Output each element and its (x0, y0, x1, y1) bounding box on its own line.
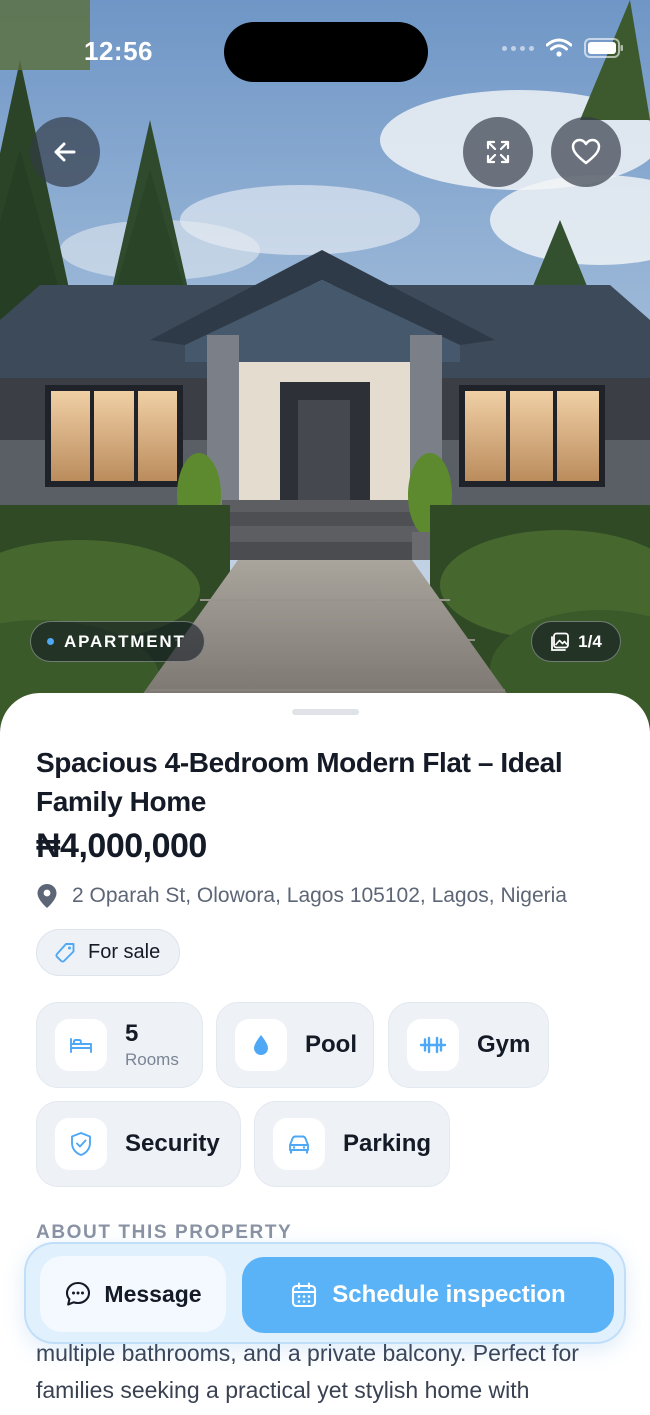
listing-title: Spacious 4-Bedroom Modern Flat – Ideal F… (36, 747, 563, 817)
property-photo[interactable]: 12:56 APARTMENT 1/4 (0, 0, 650, 740)
feature-parking: Parking (254, 1101, 450, 1187)
feature-icon-box (407, 1019, 459, 1071)
address-text: 2 Oparah St, Olowora, Lagos 105102, Lago… (72, 884, 567, 907)
status-bar-time: 12:56 (84, 36, 153, 66)
dumbbell-icon (419, 1036, 447, 1054)
status-bar-indicators (502, 38, 624, 58)
calendar-icon (292, 1282, 317, 1308)
feature-icon-box (55, 1019, 107, 1071)
message-button[interactable]: Message (40, 1256, 226, 1332)
listing-status-label: For sale (88, 941, 161, 963)
fullscreen-button[interactable] (463, 117, 533, 187)
car-icon (289, 1135, 309, 1154)
bottom-action-bar: Message Schedule inspection (24, 1242, 626, 1344)
shield-check-icon (71, 1132, 91, 1156)
listing-price: ₦4,000,000 (36, 827, 207, 865)
battery-icon (584, 38, 623, 58)
rooms-text-group: 5 Rooms (125, 1019, 179, 1070)
photo-counter-text: 1/4 (578, 631, 602, 651)
gallery-icon (551, 632, 570, 651)
feature-security: Security (36, 1101, 241, 1187)
listing-address[interactable]: 2 Oparah St, Olowora, Lagos 105102, Lago… (36, 883, 567, 909)
tag-icon (55, 942, 75, 963)
back-button[interactable] (30, 117, 100, 187)
feature-rooms: 5 Rooms (36, 1002, 203, 1088)
dynamic-island (224, 22, 428, 82)
feature-gym: Gym (388, 1002, 549, 1088)
water-drop-icon (254, 1035, 268, 1055)
parking-label: Parking (343, 1130, 432, 1157)
favorite-button[interactable] (551, 117, 621, 187)
schedule-inspection-label: Schedule inspection (332, 1281, 566, 1308)
gym-label: Gym (477, 1031, 531, 1058)
feature-icon-box (273, 1118, 325, 1170)
listing-status-tag: For sale (36, 929, 181, 976)
type-dot-icon (47, 638, 54, 645)
property-type-label: APARTMENT (64, 631, 186, 651)
cellular-signal-icon (502, 45, 534, 51)
chat-bubble-icon (66, 1281, 91, 1306)
about-description: multiple bathrooms, and a private balcon… (36, 1340, 579, 1403)
feature-icon-box (55, 1118, 107, 1170)
wifi-icon (546, 38, 572, 57)
expand-icon (486, 140, 510, 164)
pool-label: Pool (305, 1031, 357, 1058)
rooms-label: Rooms (125, 1049, 179, 1069)
feature-pool: Pool (216, 1002, 374, 1088)
heart-icon (571, 138, 601, 165)
security-label: Security (125, 1130, 220, 1157)
back-arrow-icon (54, 142, 76, 162)
bed-icon (70, 1038, 92, 1053)
location-pin-icon (37, 884, 57, 908)
property-type-badge: APARTMENT (30, 621, 205, 662)
sheet-grabber[interactable] (292, 709, 359, 715)
feature-icon-box (235, 1019, 287, 1071)
about-section-heading: ABOUT THIS PROPERTY (36, 1222, 293, 1243)
rooms-count: 5 (125, 1019, 139, 1047)
photo-counter-badge[interactable]: 1/4 (531, 621, 621, 662)
schedule-inspection-button[interactable]: Schedule inspection (242, 1257, 614, 1333)
message-button-label: Message (104, 1280, 202, 1307)
